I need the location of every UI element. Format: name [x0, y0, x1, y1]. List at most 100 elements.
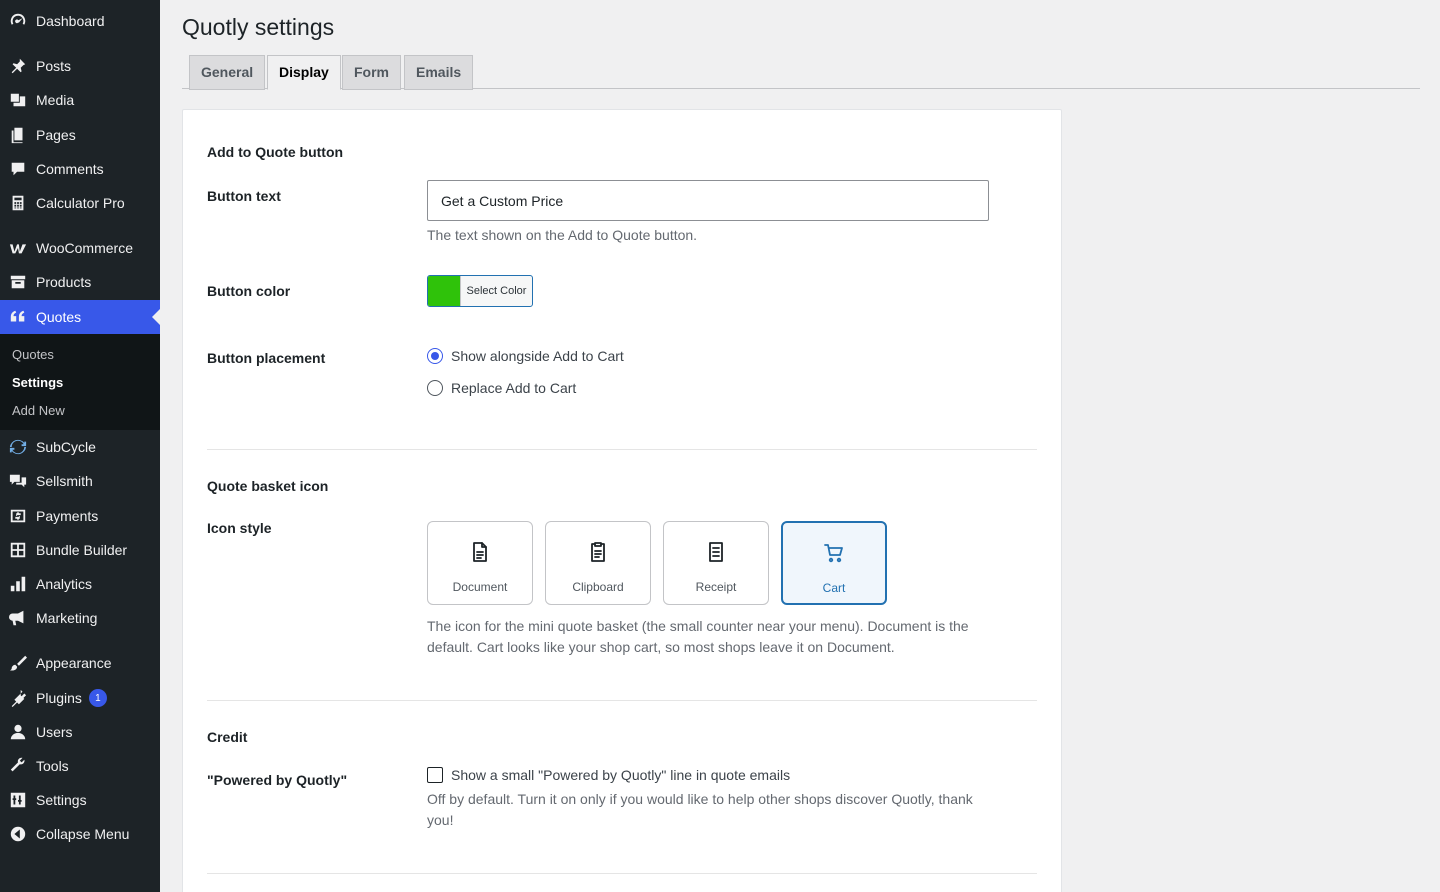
- menu-item-sellsmith[interactable]: Sellsmith: [0, 464, 160, 498]
- icon-option-label: Document: [452, 580, 508, 594]
- menu-item-appearance[interactable]: Appearance: [0, 646, 160, 680]
- bar-chart-icon: [0, 575, 36, 593]
- refresh-icon: [0, 438, 36, 456]
- button-color-label: Button color: [207, 283, 291, 299]
- money-icon: [0, 507, 36, 525]
- color-picker-label: Select Color: [460, 276, 532, 306]
- tab-emails[interactable]: Emails: [404, 55, 474, 90]
- menu-label: Dashboard: [36, 13, 105, 29]
- color-picker-button[interactable]: Select Color: [427, 275, 533, 307]
- menu-item-dashboard[interactable]: Dashboard: [0, 4, 160, 38]
- settings-card: Add to Quote button Button text The text…: [182, 109, 1062, 892]
- section-title-credit: Credit: [207, 729, 248, 745]
- icon-style-description-line-1: The icon for the mini quote basket (the …: [427, 618, 969, 634]
- placement-option-replace[interactable]: Replace Add to Cart: [427, 380, 576, 396]
- icon-style-label: Icon style: [207, 520, 272, 536]
- radio-button[interactable]: [427, 348, 443, 364]
- menu-label: Marketing: [36, 610, 98, 626]
- menu-item-tools[interactable]: Tools: [0, 749, 160, 783]
- powered-by-description-line-2: you!: [427, 812, 454, 828]
- calculator-icon: [0, 194, 36, 212]
- menu-item-comments[interactable]: Comments: [0, 152, 160, 186]
- section-title-quote-basket: Quote basket icon: [207, 478, 329, 494]
- woocommerce-icon: [0, 239, 36, 257]
- menu-label: Analytics: [36, 576, 93, 592]
- icon-option-document[interactable]: Document: [427, 521, 533, 605]
- cart-icon: [783, 541, 885, 565]
- menu-label: Appearance: [36, 655, 112, 671]
- receipt-icon: [664, 540, 768, 564]
- comment-icon: [0, 160, 36, 178]
- submenu-item-add-new[interactable]: Add New: [12, 403, 65, 418]
- archive-icon: [0, 273, 36, 291]
- quote-icon: [0, 308, 36, 326]
- icon-option-label: Cart: [822, 581, 846, 595]
- menu-item-woocommerce[interactable]: WooCommerce: [0, 231, 160, 265]
- menu-label: Payments: [36, 508, 99, 524]
- menu-item-media[interactable]: Media: [0, 83, 160, 117]
- tab-display[interactable]: Display: [267, 55, 341, 90]
- placement-option-alongside[interactable]: Show alongside Add to Cart: [427, 348, 624, 364]
- settings-icon: [0, 791, 36, 809]
- clipboard-icon: [546, 540, 650, 564]
- powered-by-description-line-1: Off by default. Turn it on only if you w…: [427, 791, 973, 807]
- pin-icon: [0, 57, 36, 75]
- tab-form[interactable]: Form: [342, 55, 401, 90]
- menu-item-quotes[interactable]: Quotes: [0, 300, 160, 334]
- section-title-add-to-quote: Add to Quote button: [207, 144, 344, 160]
- menu-item-collapse[interactable]: Collapse Menu: [0, 817, 160, 851]
- powered-by-checkbox-row[interactable]: Show a small "Powered by Quotly" line in…: [427, 767, 790, 783]
- menu-item-payments[interactable]: Payments: [0, 499, 160, 533]
- menu-label: Calculator Pro: [36, 195, 125, 211]
- menu-item-subcycle[interactable]: SubCycle: [0, 430, 160, 464]
- menu-item-users[interactable]: Users: [0, 715, 160, 749]
- update-count-badge: 1: [88, 689, 107, 707]
- menu-label: Sellsmith: [36, 473, 93, 489]
- menu-label: Pages: [36, 127, 76, 143]
- brush-icon: [0, 654, 36, 672]
- menu-item-products[interactable]: Products: [0, 265, 160, 299]
- button-text-input[interactable]: [427, 180, 989, 221]
- media-icon: [0, 91, 36, 109]
- section-divider: [207, 700, 1037, 701]
- menu-item-settings[interactable]: Settings: [0, 783, 160, 817]
- menu-item-analytics[interactable]: Analytics: [0, 567, 160, 601]
- menu-label: SubCycle: [36, 439, 96, 455]
- plug-icon: [0, 689, 36, 707]
- pages-icon: [0, 126, 36, 144]
- document-icon: [428, 540, 532, 564]
- menu-item-plugins[interactable]: Plugins 1: [0, 681, 160, 715]
- chat-icon: [0, 472, 36, 490]
- icon-option-clipboard[interactable]: Clipboard: [545, 521, 651, 605]
- menu-label: Bundle Builder: [36, 542, 128, 558]
- icon-option-label: Receipt: [695, 580, 737, 594]
- icon-option-receipt[interactable]: Receipt: [663, 521, 769, 605]
- icon-option-cart[interactable]: Cart: [781, 521, 887, 605]
- settings-tabs: General Display Form Emails: [182, 55, 1420, 90]
- tab-general[interactable]: General: [189, 55, 266, 90]
- grid-icon: [0, 541, 36, 559]
- radio-label: Replace Add to Cart: [451, 380, 577, 396]
- menu-label: Quotes: [36, 309, 82, 325]
- radio-button[interactable]: [427, 380, 443, 396]
- radio-label: Show alongside Add to Cart: [451, 348, 624, 364]
- menu-item-marketing[interactable]: Marketing: [0, 601, 160, 635]
- menu-item-pages[interactable]: Pages: [0, 118, 160, 152]
- submenu-item-quotes[interactable]: Quotes: [12, 347, 54, 362]
- submenu-item-settings[interactable]: Settings: [12, 375, 63, 390]
- button-placement-label: Button placement: [207, 350, 326, 366]
- page-title: Quotly settings: [182, 14, 335, 40]
- section-divider: [207, 449, 1037, 450]
- menu-item-bundle-builder[interactable]: Bundle Builder: [0, 533, 160, 567]
- button-text-description: The text shown on the Add to Quote butto…: [427, 227, 698, 243]
- menu-label: Settings: [36, 792, 87, 808]
- menu-item-calculator-pro[interactable]: Calculator Pro: [0, 186, 160, 220]
- wrench-icon: [0, 757, 36, 775]
- color-swatch: [428, 276, 460, 306]
- menu-label: Comments: [36, 161, 104, 177]
- button-text-label: Button text: [207, 188, 281, 204]
- powered-by-checkbox[interactable]: [427, 767, 443, 783]
- icon-style-description-line-2: default. Cart looks like your shop cart,…: [427, 639, 895, 655]
- user-icon: [0, 723, 36, 741]
- menu-item-posts[interactable]: Posts: [0, 49, 160, 83]
